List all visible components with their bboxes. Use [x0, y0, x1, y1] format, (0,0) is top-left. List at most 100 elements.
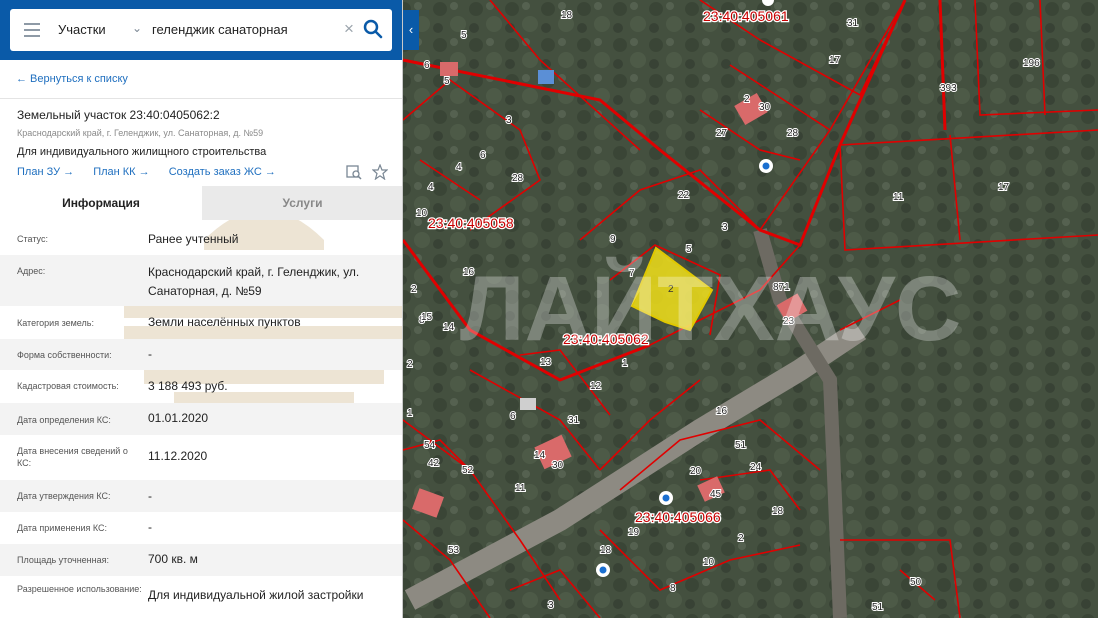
plot-number: 2: [411, 284, 417, 295]
plan-zu-link[interactable]: План ЗУ →: [17, 166, 74, 178]
plot-number: 28: [512, 173, 524, 184]
plot-number: 30: [552, 460, 564, 471]
plot-number: 11: [515, 483, 526, 494]
search-input[interactable]: геленджик санаторная: [152, 22, 288, 37]
tabs: Информация Услуги: [0, 186, 402, 220]
plot-number: 42: [428, 458, 440, 469]
locate-on-map-icon[interactable]: [346, 164, 362, 180]
watermark-text: ЛАЙТХАУС: [460, 256, 961, 360]
create-order-link[interactable]: Создать заказ ЖС →: [169, 166, 276, 178]
plan-kk-link[interactable]: План КК →: [93, 166, 149, 178]
plot-number: 2: [738, 533, 744, 544]
info-panel: Участки ⌄ геленджик санаторная × ← Верну…: [0, 0, 403, 618]
plot-number: 5: [461, 30, 467, 41]
plot-number: 18: [561, 10, 573, 21]
search-category[interactable]: Участки: [58, 22, 106, 37]
plot-number: 30: [759, 102, 771, 113]
parcel-links: План ЗУ → План КК → Создать заказ ЖС →: [17, 166, 292, 178]
field-key: Площадь уточненная:: [17, 555, 109, 565]
field-key: Кадастровая стоимость:: [17, 381, 119, 391]
plot-number: 6: [510, 411, 516, 422]
plot-number: 31: [847, 18, 859, 29]
field-row: Дата внесения сведений о КС: 11.12.2020: [0, 435, 402, 480]
plot-number: 24: [750, 462, 762, 473]
plot-number: 3: [722, 222, 728, 233]
field-value: Ранее учтенный: [148, 232, 239, 246]
menu-icon[interactable]: [24, 23, 40, 37]
plot-number: 393: [940, 83, 957, 94]
quarter-label: 23:40:405058: [428, 215, 514, 231]
search-bar: Участки ⌄ геленджик санаторная ×: [0, 0, 402, 60]
plot-number: 18: [772, 506, 784, 517]
map-marker-dot: [662, 494, 670, 502]
field-row: Площадь уточненная: 700 кв. м: [0, 544, 402, 576]
plot-number: 2: [407, 359, 413, 370]
plot-number: 10: [416, 208, 428, 219]
field-row: Дата утверждения КС: -: [0, 480, 402, 512]
plot-number: 11: [893, 192, 904, 203]
field-row: Разрешенное использование: Для индивидуа…: [0, 576, 402, 618]
field-row: Форма собственности: -: [0, 339, 402, 370]
plot-number: 50: [910, 577, 922, 588]
search-icon[interactable]: [362, 18, 384, 40]
field-value: Для индивидуальной жилой застройки: [148, 588, 364, 602]
field-key: Дата определения КС:: [17, 415, 111, 425]
field-key: Дата внесения сведений о КС:: [17, 446, 128, 468]
parcel-address: Краснодарский край, г. Геленджик, ул. Са…: [17, 128, 264, 138]
field-value: 11.12.2020: [148, 449, 208, 463]
field-value: Земли населённых пунктов: [148, 315, 301, 329]
field-value: 3 188 493 руб.: [148, 379, 228, 393]
plot-number: 51: [735, 440, 747, 451]
plot-number: 16: [716, 406, 728, 417]
plot-number: 14: [534, 450, 546, 461]
plot-number: 10: [703, 557, 715, 568]
clear-icon[interactable]: ×: [344, 19, 354, 39]
plot-number: 8: [670, 583, 676, 594]
star-icon[interactable]: [372, 164, 388, 180]
tab-information[interactable]: Информация: [0, 186, 202, 220]
field-key: Разрешенное использование:: [17, 584, 142, 594]
field-key: Адрес:: [17, 266, 46, 276]
plot-number: 2: [744, 94, 750, 105]
plot-number: 5: [444, 76, 450, 87]
plot-number: 3: [548, 600, 554, 611]
plot-number: 19: [628, 527, 640, 538]
plot-number: 3: [506, 115, 512, 126]
plot-number: 9: [610, 234, 616, 245]
field-key: Категория земель:: [17, 318, 94, 328]
field-key: Дата утверждения КС:: [17, 491, 111, 501]
plot-number: 22: [678, 190, 690, 201]
collapse-panel-button[interactable]: ‹: [403, 10, 419, 50]
plot-number: 52: [462, 465, 474, 476]
plot-number: 54: [424, 440, 436, 451]
tab-services[interactable]: Услуги: [202, 186, 402, 220]
field-row: Кадастровая стоимость: 3 188 493 руб.: [0, 370, 402, 403]
divider: [0, 98, 402, 99]
field-row: Адрес: Краснодарский край, г. Геленджик,…: [0, 255, 402, 306]
parcel-title: Земельный участок 23:40:0405062:2: [17, 108, 220, 122]
field-value: 01.01.2020: [148, 411, 209, 425]
field-key: Статус:: [17, 234, 48, 244]
field-row: Дата определения КС: 01.01.2020: [0, 403, 402, 435]
field-row: Дата применения КС: -: [0, 512, 402, 544]
plot-number: 15: [421, 312, 433, 323]
plot-number: 196: [1023, 58, 1040, 69]
plot-number: 18: [600, 545, 612, 556]
field-key: Дата применения КС:: [17, 523, 108, 533]
parcel-purpose: Для индивидуального жилищного строительс…: [17, 146, 267, 158]
map-marker-dot: [762, 162, 770, 170]
field-value: -: [148, 347, 152, 361]
field-value: 700 кв. м: [148, 552, 198, 566]
back-to-list-link[interactable]: ← Вернуться к списку: [16, 73, 128, 85]
plot-number: 4: [428, 182, 434, 193]
quarter-label: 23:40:405066: [635, 509, 721, 525]
plot-number: 27: [716, 128, 728, 139]
search-box[interactable]: Участки ⌄ геленджик санаторная ×: [10, 9, 392, 51]
plot-number: 31: [568, 415, 580, 426]
chevron-down-icon[interactable]: ⌄: [132, 21, 142, 35]
field-value: -: [148, 489, 152, 503]
field-row: Статус: Ранее учтенный: [0, 222, 402, 255]
field-key: Форма собственности:: [17, 350, 112, 360]
field-value: -: [148, 520, 152, 534]
plot-number: 51: [872, 602, 884, 613]
